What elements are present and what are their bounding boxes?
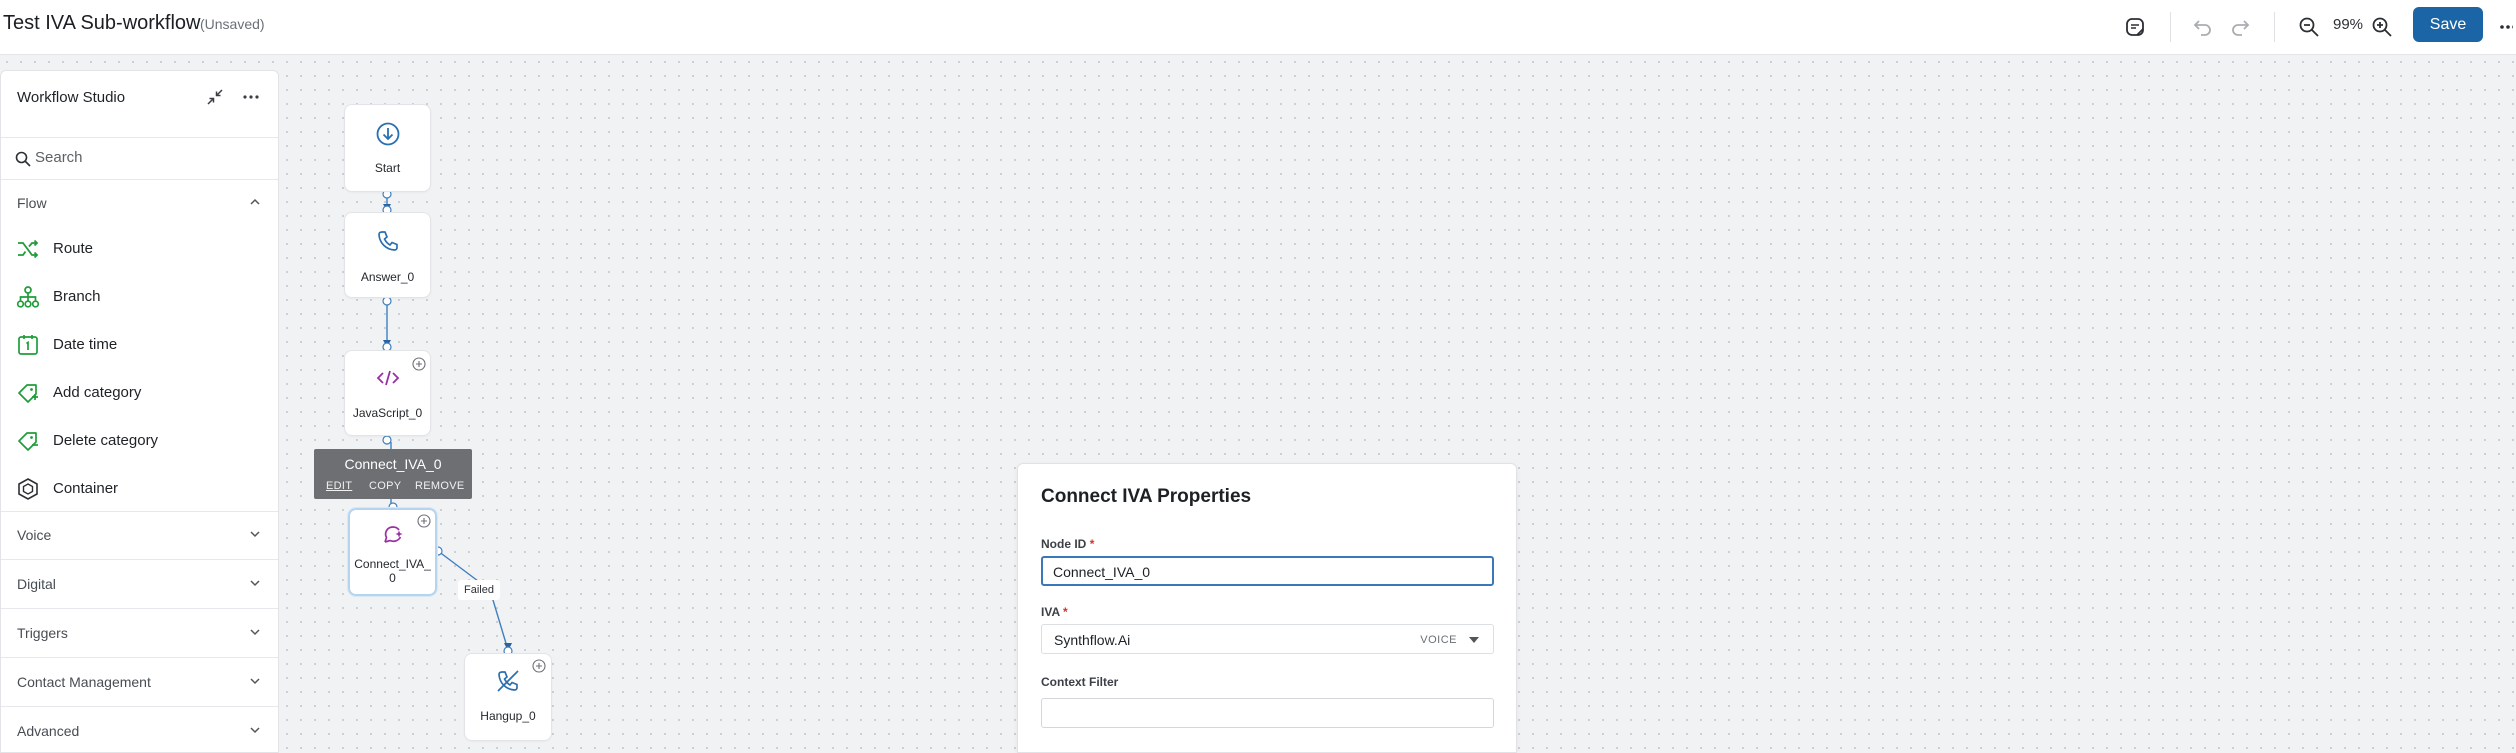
flow-item-add-category[interactable]: Add category [1, 370, 278, 416]
add-node-icon[interactable] [417, 514, 431, 528]
node-id-field[interactable] [1041, 556, 1494, 586]
context-filter-field[interactable] [1041, 698, 1494, 728]
node-label: Start [374, 161, 401, 175]
add-node-icon[interactable] [412, 357, 426, 371]
flow-item-branch[interactable]: Branch [1, 274, 278, 320]
shuffle-icon [15, 236, 41, 262]
search-input[interactable] [33, 148, 257, 167]
hierarchy-icon [15, 284, 41, 310]
section-digital[interactable]: Digital [1, 561, 278, 609]
hangup-phone-icon [495, 668, 521, 699]
chevron-down-icon [248, 527, 262, 546]
section-contact-management[interactable]: Contact Management [1, 659, 278, 707]
node-action-tooltip: Connect_IVA_0 EDIT COPY REMOVE [314, 449, 472, 499]
node-label: Answer_0 [360, 270, 415, 284]
item-label: Container [53, 480, 119, 497]
section-label: Digital [17, 576, 56, 592]
more-options-icon[interactable] [239, 85, 263, 109]
context-filter-input[interactable] [1052, 705, 1472, 721]
iva-selected-value: Synthflow.Ai [1054, 632, 1131, 648]
flow-item-date-time[interactable]: Date time [1, 322, 278, 368]
panel-title: Workflow Studio [17, 89, 126, 106]
section-advanced[interactable]: Advanced [1, 708, 278, 752]
chevron-up-icon [248, 195, 262, 214]
connect-iva-properties-panel: Connect IVA Properties Node ID * IVA * S… [1017, 463, 1517, 753]
node-label: Hangup_0 [480, 709, 536, 723]
hangup-node[interactable]: Hangup_0 [464, 653, 552, 741]
item-label: Add category [53, 384, 142, 401]
section-label: Voice [17, 527, 52, 543]
section-label: Flow [17, 195, 47, 211]
tooltip-node-name: Connect_IVA_0 [344, 456, 442, 472]
properties-title: Connect IVA Properties [1041, 486, 1252, 507]
flow-item-delete-category[interactable]: Delete category [1, 418, 278, 464]
copy-node-button[interactable]: COPY [369, 480, 401, 492]
flow-item-container[interactable]: Container [1, 466, 278, 512]
section-flow[interactable]: Flow [1, 180, 278, 228]
remove-node-button[interactable]: REMOVE [415, 480, 464, 492]
iva-label: IVA * [1041, 605, 1068, 619]
node-id-label: Node ID * [1041, 537, 1095, 551]
add-node-icon[interactable] [532, 659, 546, 673]
search-bar [1, 137, 278, 180]
workflow-studio-panel: Workflow Studio Flow Route Branch Date t… [0, 70, 279, 753]
chevron-down-icon [248, 723, 262, 742]
iva-type-tag: VOICE [1420, 634, 1457, 646]
item-label: Route [53, 240, 94, 257]
item-label: Date time [53, 336, 118, 353]
section-label: Triggers [17, 625, 68, 641]
node-label: JavaScript_0 [352, 406, 423, 420]
answer-node[interactable]: Answer_0 [344, 212, 431, 298]
search-icon [15, 151, 31, 172]
tag-remove-icon [15, 428, 41, 454]
edge-label-failed: Failed [458, 580, 500, 600]
chevron-down-icon [248, 625, 262, 644]
context-filter-label: Context Filter [1041, 675, 1119, 689]
section-triggers[interactable]: Triggers [1, 610, 278, 658]
javascript-node[interactable]: JavaScript_0 [344, 350, 431, 436]
edit-node-button[interactable]: EDIT [326, 480, 352, 492]
dropdown-caret-icon [1469, 637, 1479, 643]
section-label: Advanced [17, 723, 80, 739]
node-id-input[interactable] [1053, 564, 1473, 580]
item-label: Branch [53, 288, 101, 305]
container-icon [15, 476, 41, 502]
flow-item-route[interactable]: Route [1, 226, 278, 272]
phone-icon [375, 228, 401, 259]
section-voice[interactable]: Voice [1, 512, 278, 560]
tag-add-icon [15, 380, 41, 406]
chevron-down-icon [248, 674, 262, 693]
section-label: Contact Management [17, 674, 151, 690]
connect-iva-node[interactable]: Connect_IVA_ 0 [348, 508, 437, 596]
chat-sparkle-icon [380, 522, 406, 553]
start-node[interactable]: Start [344, 104, 431, 192]
calendar-icon [15, 332, 41, 358]
arrow-down-circle-icon [375, 121, 401, 152]
collapse-icon[interactable] [203, 85, 227, 109]
node-label: Connect_IVA_ 0 [354, 557, 431, 585]
iva-select[interactable]: Synthflow.Ai VOICE [1041, 624, 1494, 654]
code-icon [375, 365, 401, 396]
chevron-down-icon [248, 576, 262, 595]
item-label: Delete category [53, 432, 159, 449]
